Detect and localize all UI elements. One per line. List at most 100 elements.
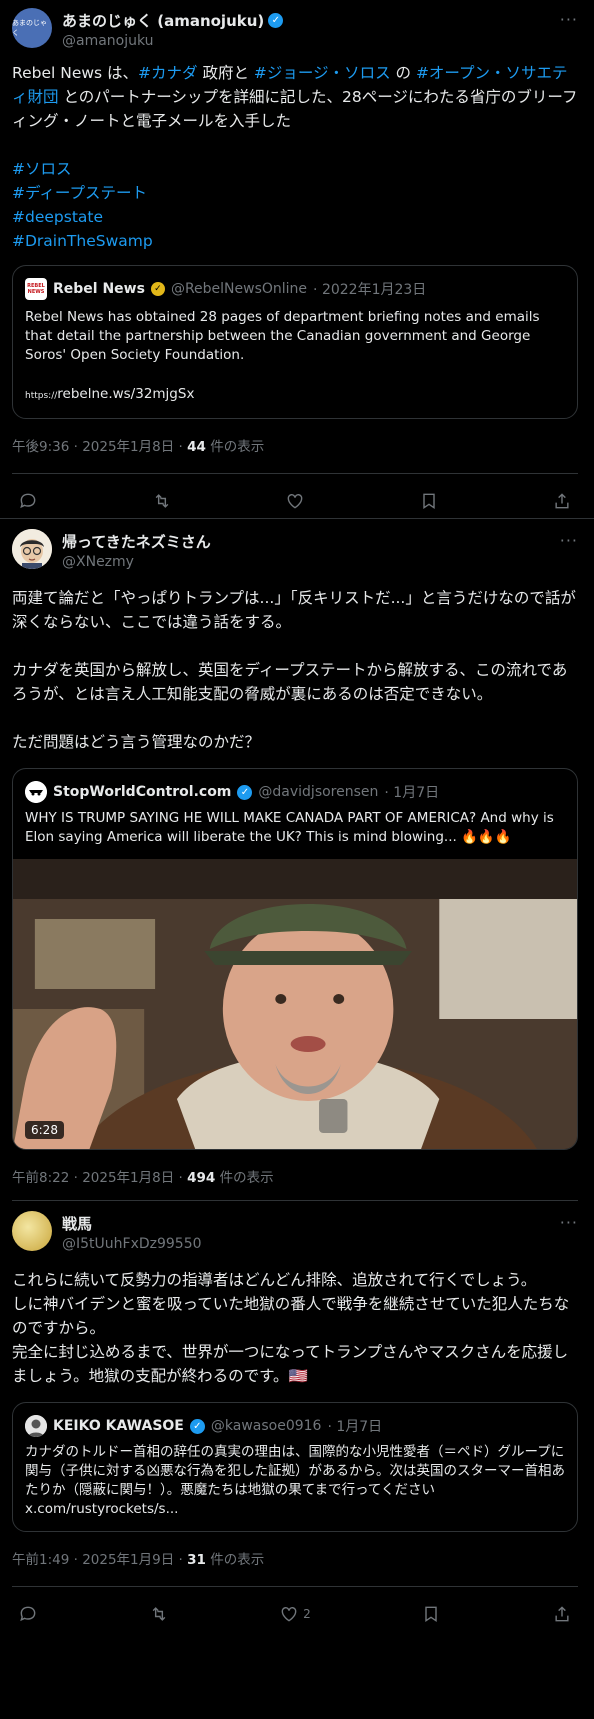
bookmark-icon [425,1606,438,1622]
tweet-meta: 午前8:22 · 2025年1月8日 · 494 件の表示 [12,1166,578,1200]
link-prefix: https:// [25,391,58,401]
reply-button[interactable] [18,491,38,511]
quote-avatar [25,1415,47,1437]
display-name[interactable]: 戦馬 [62,1213,92,1234]
text-segment: の [390,64,416,82]
quote-handle: @davidjsorensen [258,784,379,800]
bookmark-icon [422,493,435,509]
like-icon [281,1607,297,1622]
avatar-label: あまのじゃく [12,19,47,37]
retweet-icon [155,494,168,508]
timestamp[interactable]: 午前8:22 · 2025年1月8日 · [12,1170,187,1186]
like-icon [287,494,303,509]
quote-display-name: StopWorldControl.com [53,784,232,800]
retweet-icon [152,1607,165,1621]
like-button[interactable]: 2 [279,1604,311,1624]
handle[interactable]: @amanojuku [62,33,560,49]
hashtag-link[interactable]: #ディープステート [12,181,578,205]
quote-display-name: KEIKO KAWASOE [53,1418,184,1434]
tweet-text: 両建て論だと「やっぱりトランプは...」「反キリストだ...」と言うだけなので話… [12,586,578,754]
handle[interactable]: @I5tUuhFxDz99550 [62,1236,560,1252]
share-button[interactable] [552,491,572,511]
quote-date: · 1月7日 [327,1419,383,1435]
like-button[interactable] [285,491,305,511]
text-segment: とのパートナーシップを詳細に記した、28ページにわたる省庁のブリーフィング・ノー… [12,88,578,130]
bookmark-button[interactable] [419,491,439,511]
action-bar [12,473,578,518]
quote-avatar-label: REBEL NEWS [27,283,45,295]
reply-icon [20,493,36,509]
retweet-button[interactable] [152,491,172,511]
quoted-tweet[interactable]: KEIKO KAWASOE ✓ @kawasoe0916 · 1月7日 カナダの… [12,1402,578,1532]
display-name[interactable]: あまのじゅく (amanojuku) [62,10,264,31]
paragraph: ただ問題はどう言う管理なのかだ？ [12,733,261,751]
quote-text: Rebel News has obtained 28 pages of depa… [25,309,540,363]
text-segment: 政府と [197,64,254,82]
timestamp[interactable]: 午後9:36 · 2025年1月8日 · [12,439,187,455]
share-icon [555,1606,569,1622]
more-options-icon[interactable]: ··· [560,8,578,29]
view-count: 44 [187,439,206,455]
tweet-text: これらに続いて反勢力の指導者はどんどん排除、追放されて行くでしょう。 しに神バイ… [12,1268,578,1388]
verified-icon: ✓ [268,13,284,28]
timestamp[interactable]: 午前1:49 · 2025年1月9日 · [12,1552,187,1568]
quote-handle: @RebelNewsOnline [170,281,308,297]
paragraph: カナダを英国から解放し、英国をディープステートから解放する、この流れであろうが、… [12,661,568,703]
avatar-illustration [12,529,52,569]
verified-icon: ✓ [237,784,253,800]
hashtag-link[interactable]: #カナダ [138,64,198,82]
tweet-2[interactable]: 帰ってきたネズミさん @XNezmy ··· 両建て論だと「やっぱりトランプは.… [0,519,594,1200]
quote-text: WHY IS TRUMP SAYING HE WILL MAKE CANADA … [25,810,554,845]
view-count: 494 [187,1170,216,1186]
share-button[interactable] [552,1604,572,1624]
retweet-button[interactable] [149,1604,169,1624]
video-player[interactable]: 6:28 [13,859,577,1149]
paragraph: しに神バイデンと蜜を吸っていた地獄の番人で戦争を継続させていた犯人たちなのですか… [12,1295,570,1337]
handle[interactable]: @XNezmy [62,554,560,570]
views-label: 件の表示 [205,1552,265,1568]
reply-icon [20,1606,36,1622]
share-icon [555,493,569,509]
quote-text: カナダのトルドー首相の辞任の真実の理由は、国際的な小児性愛者（＝ペド）グループに… [25,1444,565,1517]
quote-avatar: REBEL NEWS [25,278,47,300]
tweet-meta: 午後9:36 · 2025年1月8日 · 44 件の表示 [12,435,578,469]
paragraph: これらに続いて反勢力の指導者はどんどん排除、追放されて行くでしょう。 [12,1271,537,1289]
quote-link[interactable]: https://rebelne.ws/32mjgSx [25,385,565,406]
tweet-text: Rebel News は、#カナダ 政府と #ジョージ・ソロス の #オープン・… [12,61,578,253]
avatar[interactable] [12,1211,52,1251]
tweet-3[interactable]: 戦馬 @I5tUuhFxDz99550 ··· これらに続いて反勢力の指導者はど… [0,1201,594,1631]
video-thumbnail [13,859,577,1149]
quoted-tweet[interactable]: REBEL NEWS Rebel News ✓ @RebelNewsOnline… [12,265,578,419]
tweet-1[interactable]: あまのじゃく あまのじゅく (amanojuku) ✓ @amanojuku ·… [0,0,594,518]
views-label: 件の表示 [215,1170,274,1186]
quote-display-name: Rebel News [53,281,145,297]
quote-date: · 1月7日 [384,785,440,801]
quote-handle: @kawasoe0916 [210,1418,322,1434]
quote-date: · 2022年1月23日 [313,282,427,298]
link-text: rebelne.ws/32mjgSx [57,386,195,402]
verified-icon: ✓ [150,282,165,296]
more-options-icon[interactable]: ··· [560,1211,578,1232]
paragraph: 完全に封じ込めるまで、世界が一つになってトランプさんやマスクさんを応援しましょう… [12,1343,569,1385]
like-count: 2 [303,1607,311,1621]
hashtag-link[interactable]: #deepstate [12,205,578,229]
view-count: 31 [187,1552,206,1568]
bookmark-button[interactable] [421,1604,441,1624]
views-label: 件の表示 [205,439,265,455]
quote-avatar [25,781,47,803]
hashtag-link[interactable]: #ソロス [12,157,578,181]
avatar[interactable] [12,529,52,569]
more-options-icon[interactable]: ··· [560,529,578,550]
action-bar: 2 [12,1586,578,1631]
avatar[interactable]: あまのじゃく [12,8,52,48]
verified-icon: ✓ [189,1418,205,1434]
quoted-tweet[interactable]: StopWorldControl.com ✓ @davidjsorensen ·… [12,768,578,1150]
text-segment: Rebel News は、 [12,64,139,82]
paragraph: 両建て論だと「やっぱりトランプは...」「反キリストだ...」と言うだけなので話… [12,589,576,631]
display-name[interactable]: 帰ってきたネズミさん [62,531,211,552]
reply-button[interactable] [18,1604,38,1624]
hashtag-link[interactable]: #DrainTheSwamp [12,229,578,253]
hashtag-link[interactable]: #ジョージ・ソロス [254,64,391,82]
video-duration: 6:28 [25,1121,64,1139]
tweet-meta: 午前1:49 · 2025年1月9日 · 31 件の表示 [12,1548,578,1582]
